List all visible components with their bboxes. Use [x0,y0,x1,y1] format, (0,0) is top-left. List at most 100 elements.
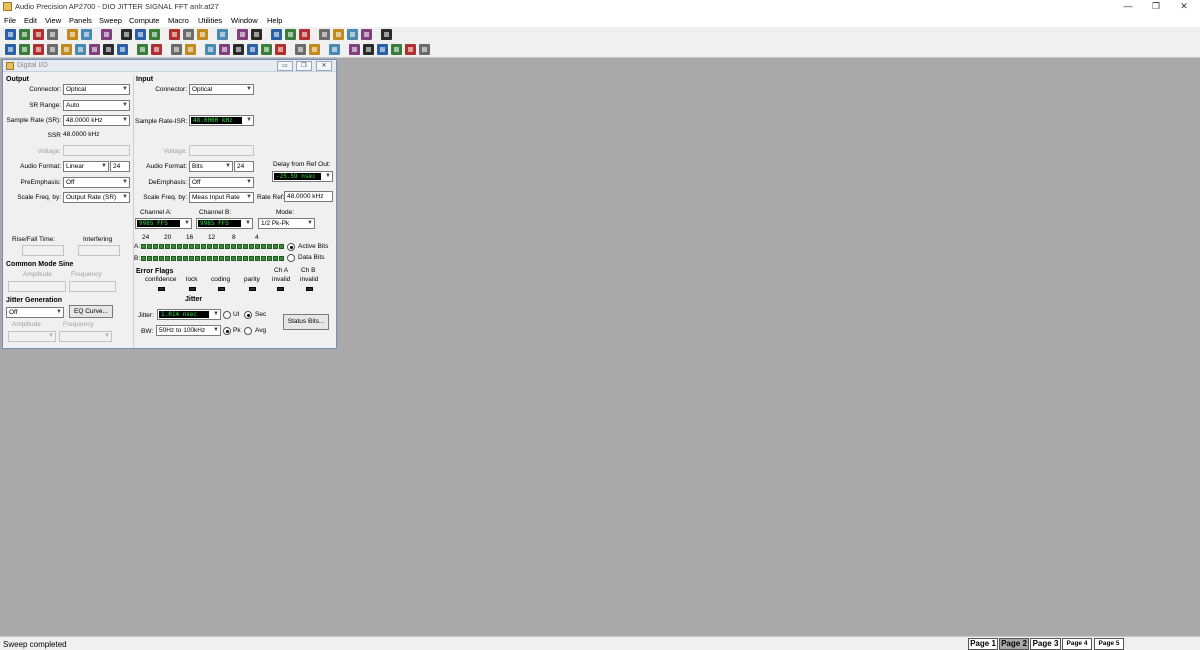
status-bits-button[interactable]: Status Bits... [283,314,329,330]
chart-icon[interactable] [233,44,244,55]
output-word-length-field[interactable]: 24 [110,161,130,172]
check-icon[interactable] [151,44,162,55]
avg-radio[interactable] [244,327,252,335]
menu-macro[interactable]: Macro [168,16,189,25]
page-tab-1[interactable]: Page 1 [968,638,998,650]
sec-radio[interactable] [244,311,252,319]
preemphasis-select[interactable]: Off ▼ [63,177,130,188]
panel-minimize-icon[interactable]: ▭ [277,61,293,71]
sweep-icon[interactable] [217,29,228,40]
monitor1-icon[interactable] [309,44,320,55]
active-bits-radio[interactable] [287,243,295,251]
ui-radio[interactable] [223,311,231,319]
panel-restore-icon[interactable]: ❐ [296,61,312,71]
gen-icon[interactable] [47,44,58,55]
channel-a-readout[interactable]: 9985 FFS ▼ [135,218,192,229]
table-icon[interactable] [247,44,258,55]
link-icon[interactable] [251,29,262,40]
input-connector-select[interactable]: Optical ▼ [189,84,254,95]
jitter-generation-select[interactable]: Off ▼ [6,307,64,318]
save-all-icon[interactable] [47,29,58,40]
menu-panels[interactable]: Panels [69,16,92,25]
page-tab-5[interactable]: Page 5 [1094,638,1124,650]
dio-icon[interactable] [61,44,72,55]
channel-b-readout[interactable]: 9985 FFS ▼ [196,218,253,229]
input-word-length-field[interactable]: 24 [234,161,254,172]
sr-range-select[interactable]: Auto ▼ [63,100,130,111]
hand-icon[interactable] [319,29,330,40]
glasses-icon[interactable] [333,29,344,40]
display-icon[interactable] [237,29,248,40]
cascade-icon[interactable] [381,29,392,40]
output-sample-rate-select[interactable]: 48.0000 kHz ▼ [63,115,130,126]
undo-icon[interactable] [101,29,112,40]
monitor3-icon[interactable] [349,44,360,55]
record-icon[interactable] [197,29,208,40]
minimize-icon[interactable]: — [1113,0,1143,14]
menu-help[interactable]: Help [267,16,282,25]
panel-title-bar[interactable]: Digital I/O ▭ ❐ ✕ [3,60,336,72]
panel-close-icon[interactable]: ✕ [316,61,332,71]
input-scale-freq-select[interactable]: Meas Input Rate ▼ [189,192,254,203]
tree-icon[interactable] [171,44,182,55]
monitor8-icon[interactable] [419,44,430,55]
restore-icon[interactable]: ❐ [1141,0,1171,14]
close-icon[interactable]: ✕ [1169,0,1199,14]
filter-icon[interactable] [33,44,44,55]
stop-circle-icon[interactable] [183,29,194,40]
jitter-readout[interactable]: 1.014 nsec ▼ [157,309,221,320]
page-tab-3[interactable]: Page 3 [1030,638,1061,650]
fft-icon[interactable] [89,44,100,55]
save-icon[interactable] [33,29,44,40]
input-audio-format-select[interactable]: Bits ▼ [189,161,233,172]
speaker-icon[interactable] [117,44,128,55]
menu-file[interactable]: File [4,16,16,25]
tile-icon[interactable] [361,29,372,40]
bw-select[interactable]: 50Hz to 100kHz ▼ [156,325,221,336]
analyzer-icon[interactable] [5,44,16,55]
antenna-icon[interactable] [19,44,30,55]
monitor5-icon[interactable] [377,44,388,55]
input-sample-rate-readout[interactable]: 48.0000 kHz ▼ [189,115,254,126]
eq-curve-button[interactable]: EQ Curve... [69,305,113,318]
delay-readout[interactable]: -25.59 nsec ▼ [272,171,333,182]
menu-view[interactable]: View [45,16,61,25]
rate-ref-field[interactable]: 48.0000 kHz [284,191,333,202]
cut-icon[interactable] [121,29,132,40]
bits-icon[interactable] [137,44,148,55]
monitor6-icon[interactable] [391,44,402,55]
pk-radio[interactable] [223,327,231,335]
page-tab-4[interactable]: Page 4 [1062,638,1092,650]
open-icon[interactable] [19,29,30,40]
arrow-right-icon[interactable] [205,44,216,55]
monitor7-icon[interactable] [405,44,416,55]
grid-icon[interactable] [185,44,196,55]
switcher-icon[interactable] [75,44,86,55]
output-connector-select[interactable]: Optical ▼ [63,84,130,95]
print-icon[interactable] [67,29,78,40]
menu-edit[interactable]: Edit [24,16,37,25]
print-preview-icon[interactable] [81,29,92,40]
output-scale-freq-select[interactable]: Output Rate (SR) ▼ [63,192,130,203]
mode-select[interactable]: 1/2 Pk-Pk ▼ [258,218,315,229]
paste-icon[interactable] [149,29,160,40]
go-icon[interactable] [169,29,180,40]
monitor4-icon[interactable] [363,44,374,55]
copy-icon[interactable] [135,29,146,40]
new-icon[interactable] [5,29,16,40]
deemphasis-select[interactable]: Off ▼ [189,177,254,188]
page-tab-2[interactable]: Page 2 [999,638,1029,650]
data-bits-radio[interactable] [287,254,295,262]
menu-window[interactable]: Window [231,16,258,25]
menu-sweep[interactable]: Sweep [99,16,122,25]
graph-icon[interactable] [261,44,272,55]
output-audio-format-select[interactable]: Linear ▼ [63,161,109,172]
arrow-down-icon[interactable] [219,44,230,55]
meter-icon[interactable] [103,44,114,55]
stop-icon[interactable] [299,29,310,40]
menu-utilities[interactable]: Utilities [198,16,222,25]
monitor2-icon[interactable] [329,44,340,55]
ruler-icon[interactable] [295,44,306,55]
rename-icon[interactable] [347,29,358,40]
play-icon[interactable] [271,29,282,40]
